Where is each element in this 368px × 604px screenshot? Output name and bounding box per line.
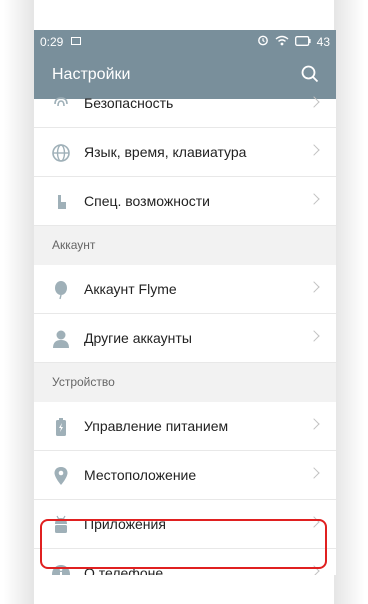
battery-status-icon (294, 35, 311, 49)
battery-icon (50, 416, 72, 438)
settings-item-label: Спец. возможности (84, 193, 210, 209)
settings-item-language[interactable]: Язык, время, клавиатура (34, 128, 336, 177)
settings-item-location[interactable]: Местоположение (34, 451, 336, 500)
chevron-right-icon (308, 418, 320, 430)
image-notification-icon (71, 37, 81, 45)
chevron-right-icon (308, 467, 320, 479)
phone-screen: 0:29 43 Настройки Безопасность Язык, вре… (34, 30, 336, 575)
highlight-frame (40, 519, 327, 569)
settings-item-flyme-account[interactable]: Аккаунт Flyme (34, 265, 336, 314)
app-bar: Настройки (34, 53, 336, 99)
globe-icon (50, 142, 72, 164)
status-icons: 43 (257, 34, 330, 49)
settings-item-power[interactable]: Управление питанием (34, 402, 336, 451)
fingerprint-icon (50, 93, 72, 115)
left-shadow (0, 0, 34, 604)
settings-item-label: Другие аккаунты (84, 330, 192, 346)
page-title: Настройки (52, 66, 131, 83)
section-header-device: Устройство (34, 363, 336, 402)
wifi-icon (275, 35, 289, 49)
settings-item-label: Местоположение (84, 467, 197, 483)
settings-item-label: Безопасность (84, 95, 174, 111)
settings-item-label: Управление питанием (84, 418, 229, 434)
chevron-right-icon (308, 281, 320, 293)
settings-item-other-accounts[interactable]: Другие аккаунты (34, 314, 336, 363)
chevron-right-icon (308, 144, 320, 156)
person-icon (50, 328, 72, 350)
battery-percent: 43 (316, 34, 330, 49)
chevron-right-icon (308, 193, 320, 205)
settings-item-accessibility[interactable]: Спец. возможности (34, 177, 336, 226)
settings-item-label: Аккаунт Flyme (84, 281, 177, 297)
right-shadow (334, 0, 368, 604)
chevron-right-icon (308, 96, 320, 108)
status-time: 0:29 (40, 35, 64, 49)
chevron-right-icon (308, 330, 320, 342)
status-bar: 0:29 43 (34, 30, 336, 53)
alarm-icon (257, 34, 269, 49)
settings-item-label: Язык, время, клавиатура (84, 144, 247, 160)
section-header-account: Аккаунт (34, 226, 336, 265)
search-icon[interactable] (300, 64, 320, 89)
balloon-icon (50, 279, 72, 301)
hand-icon (50, 191, 72, 213)
settings-item-security[interactable]: Безопасность (34, 95, 336, 128)
location-pin-icon (50, 465, 72, 487)
settings-list: Безопасность Язык, время, клавиатура Спе… (34, 95, 336, 575)
